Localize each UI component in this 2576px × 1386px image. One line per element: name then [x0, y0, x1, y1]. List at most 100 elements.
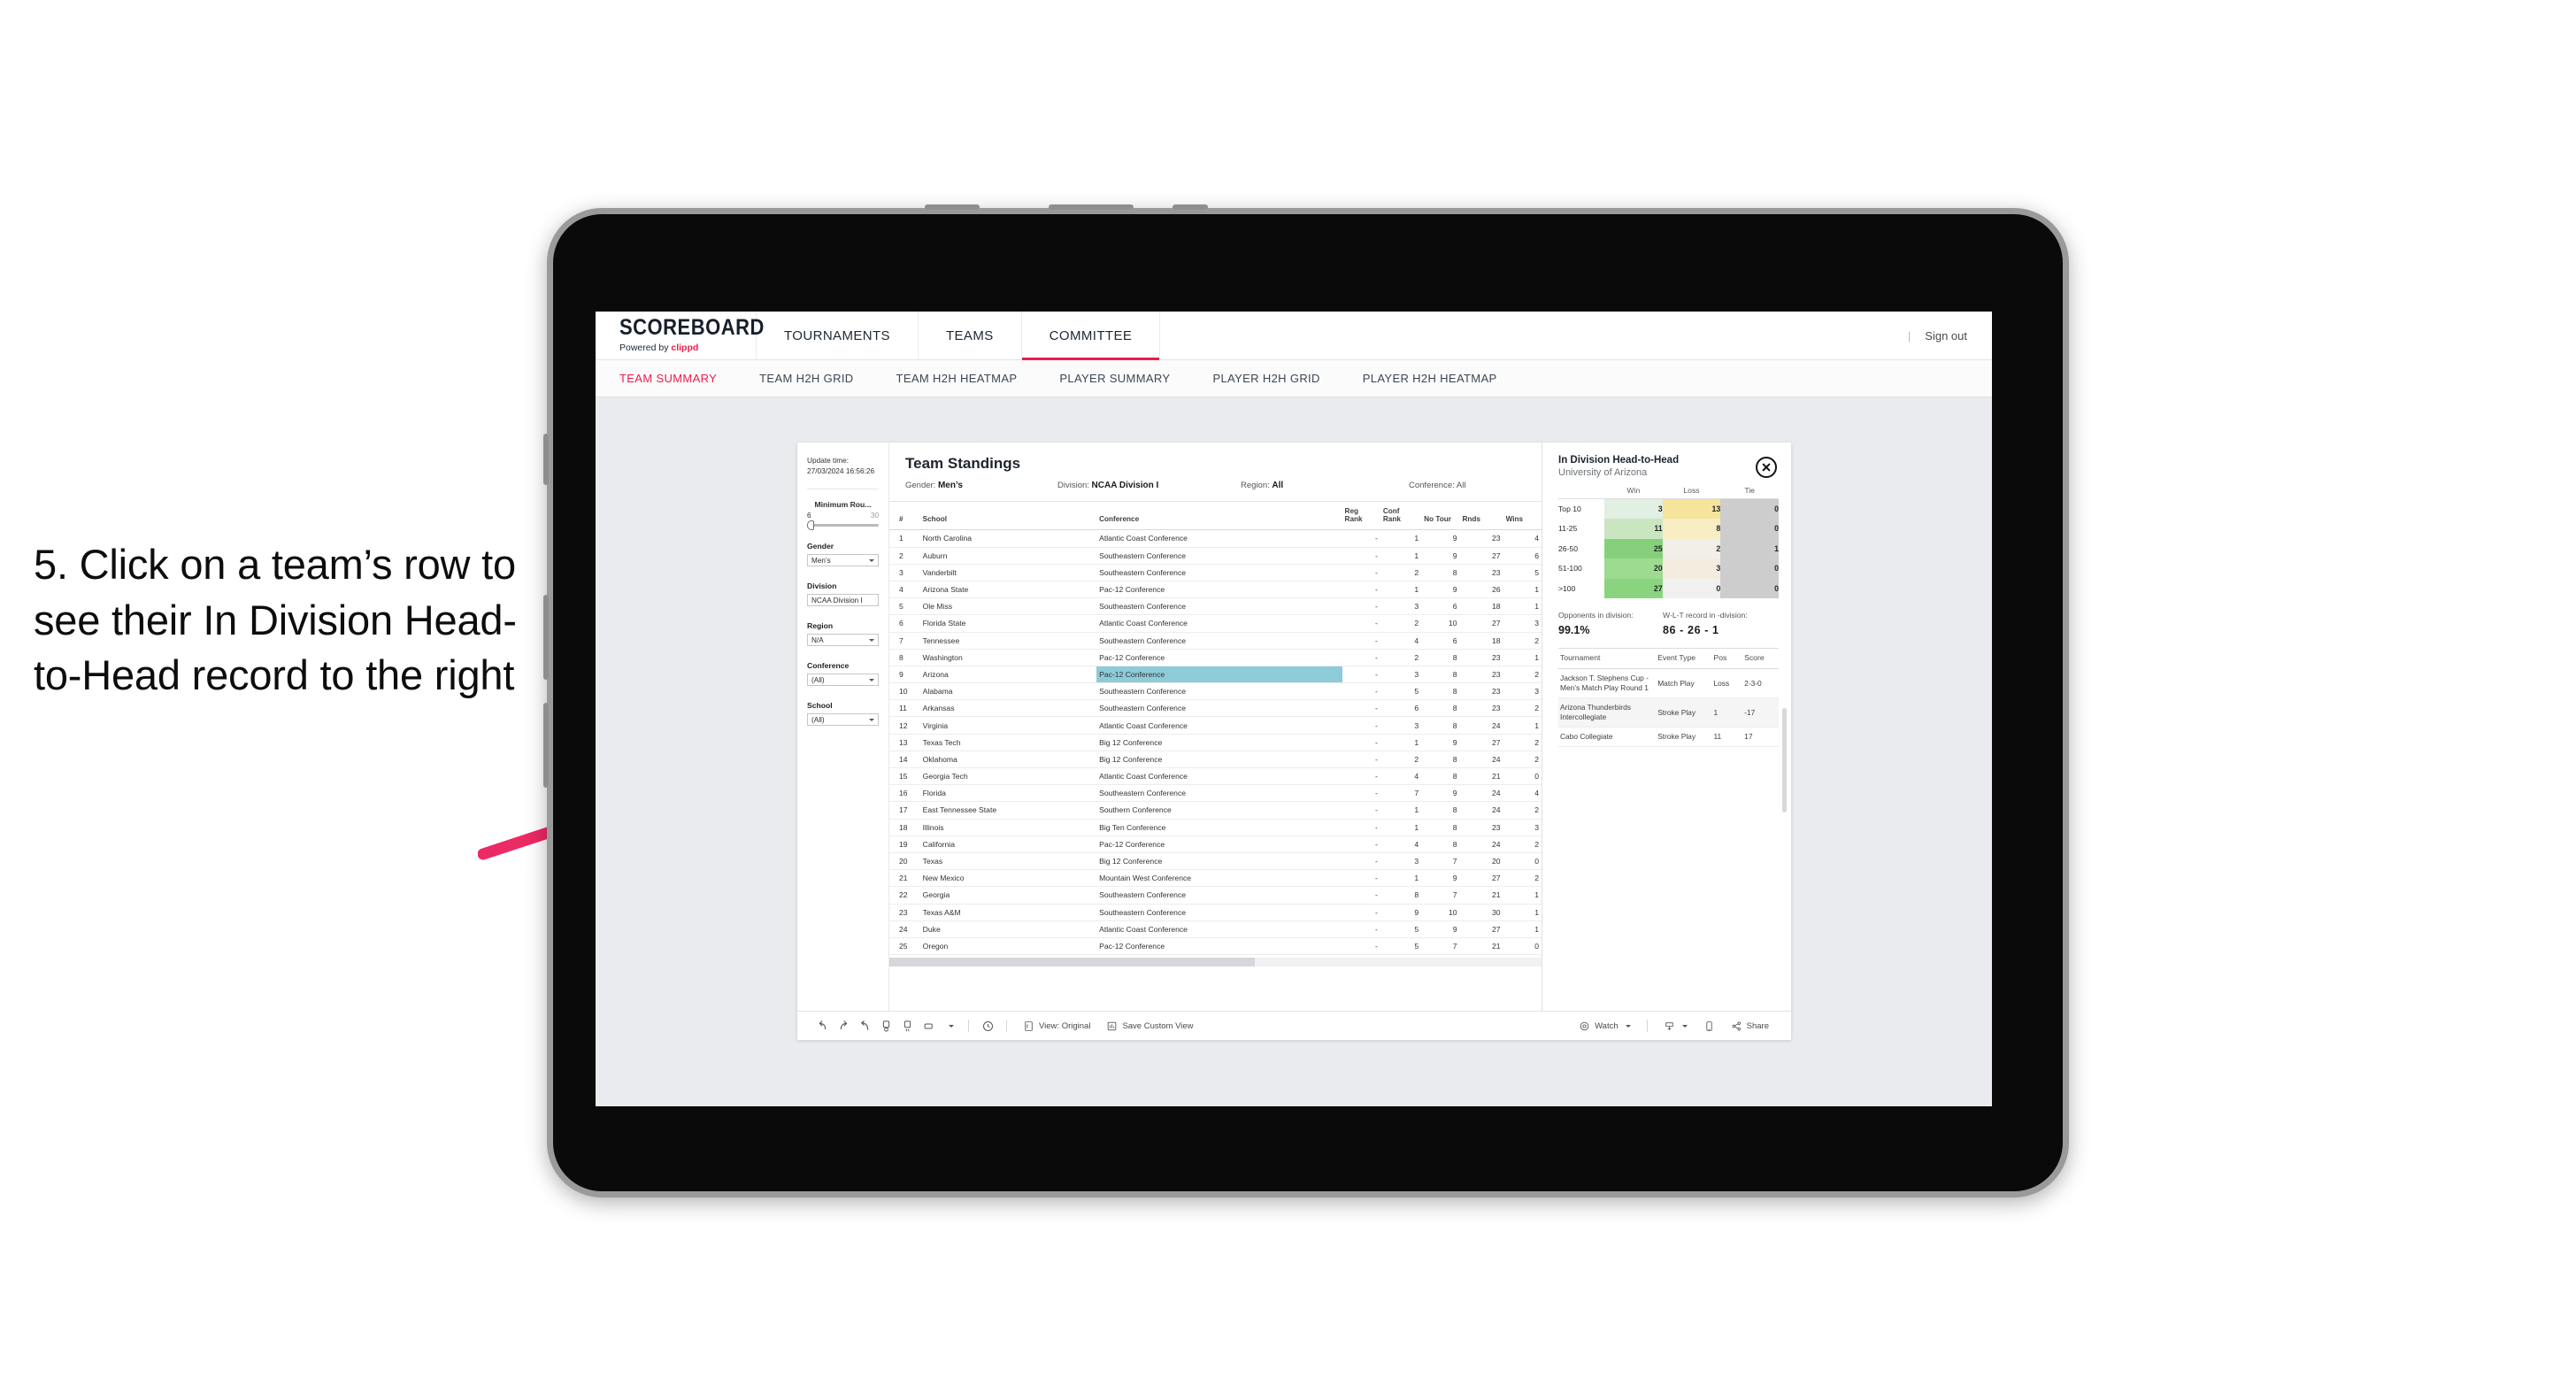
scrollbar-thumb[interactable]: [889, 958, 1255, 967]
nav-committee[interactable]: COMMITTEE: [1021, 312, 1161, 360]
standings-horizontal-scrollbar[interactable]: [889, 958, 1542, 967]
col-rnds[interactable]: Rnds: [1459, 502, 1503, 531]
watch-button[interactable]: Watch: [1571, 1020, 1639, 1032]
table-row[interactable]: 22 Georgia Southeastern Conference -8 7 21 1: [889, 886, 1542, 905]
filter-school-select[interactable]: (All): [807, 713, 879, 727]
h2h-win-cell[interactable]: 25: [1604, 538, 1663, 558]
list-item[interactable]: Arizona Thunderbirds Intercollegiate Stro…: [1558, 697, 1779, 728]
list-item[interactable]: Cabo Collegiate Stroke Play 11 17: [1558, 727, 1779, 748]
save-custom-view-button[interactable]: Save Custom View: [1098, 1020, 1201, 1032]
col-no-tour[interactable]: No Tour: [1421, 502, 1460, 531]
subnav-team-h2h-heatmap[interactable]: TEAM H2H HEATMAP: [896, 372, 1041, 385]
h2h-loss-cell[interactable]: 3: [1662, 558, 1721, 579]
table-row[interactable]: 25 Oregon Pac-12 Conference -5 7 21 0: [889, 937, 1542, 956]
h2h-tie-cell[interactable]: 0: [1720, 498, 1779, 519]
nav-tournaments[interactable]: TOURNAMENTS: [757, 312, 919, 359]
table-row[interactable]: 17 East Tennessee State Southern Conferenc…: [889, 801, 1542, 820]
col-wins[interactable]: Wins: [1503, 502, 1542, 531]
h2h-loss-cell[interactable]: 0: [1662, 578, 1721, 598]
table-row[interactable]: 11 Arkansas Southeastern Conference -6 8 23 2: [889, 699, 1542, 718]
events-table: Tournament Event Type Pos Score Jackson …: [1558, 648, 1779, 748]
h2h-loss-cell[interactable]: 8: [1662, 519, 1721, 539]
table-row[interactable]: 12 Virginia Atlantic Coast Conference -3 8 24…: [889, 716, 1542, 735]
subnav-player-summary[interactable]: PLAYER SUMMARY: [1059, 372, 1193, 385]
h2h-win-cell[interactable]: 27: [1604, 578, 1663, 598]
table-row[interactable]: 3 Vanderbilt Southeastern Conference -2 8 23 5: [889, 564, 1542, 581]
table-row[interactable]: 16 Florida Southeastern Conference -7 9 24 4: [889, 784, 1542, 803]
cell-no-tour: 9: [1421, 529, 1460, 548]
table-row[interactable]: 5 Ole Miss Southeastern Conference -3 6 18 1: [889, 597, 1542, 616]
subnav-player-h2h-grid[interactable]: PLAYER H2H GRID: [1212, 372, 1342, 385]
subnav-team-summary[interactable]: TEAM SUMMARY: [619, 372, 740, 385]
close-icon[interactable]: [1756, 457, 1777, 478]
table-row[interactable]: 7 Tennessee Southeastern Conference -4 6 18 2: [889, 632, 1542, 650]
list-item[interactable]: Jackson T. Stephens Cup - Men’s Match Pl…: [1558, 668, 1779, 699]
power-button[interactable]: [543, 434, 549, 485]
min-rounds-slider[interactable]: [807, 520, 879, 531]
nav-teams[interactable]: TEAMS: [919, 312, 1022, 359]
table-row[interactable]: 18 Illinois Big Ten Conference -1 8 23 3: [889, 819, 1542, 836]
pause-icon[interactable]: [896, 1016, 918, 1036]
table-row[interactable]: 21 New Mexico Mountain West Conference -1 9 2…: [889, 869, 1542, 888]
table-row[interactable]: 14 Oklahoma Big 12 Conference -2 8 24 2: [889, 751, 1542, 769]
view-original-button[interactable]: View: Original: [1015, 1020, 1098, 1032]
device-preview-button[interactable]: [1696, 1020, 1723, 1032]
table-row[interactable]: 8 Washington Pac-12 Conference -2 8 23 1: [889, 649, 1542, 666]
subnav-team-h2h-grid[interactable]: TEAM H2H GRID: [759, 372, 876, 385]
table-row[interactable]: 9 Arizona Pac-12 Conference -3 8 23 2: [889, 666, 1542, 684]
table-row[interactable]: 13 Texas Tech Big 12 Conference -1 9 27 2: [889, 734, 1542, 751]
filter-conference-select[interactable]: (All): [807, 674, 879, 687]
app-logo[interactable]: SCOREBOARD Powered by clippd: [596, 312, 764, 359]
h2h-loss-cell[interactable]: 13: [1662, 498, 1721, 519]
cell-school: New Mexico: [919, 869, 1097, 888]
cell-wins: 1: [1503, 581, 1542, 599]
filter-region-select[interactable]: N/A: [807, 634, 879, 647]
cell-wins: 1: [1503, 649, 1542, 666]
min-rounds-slider-handle[interactable]: [807, 520, 814, 531]
table-row[interactable]: 24 Duke Atlantic Coast Conference -5 9 27 1: [889, 920, 1542, 938]
table-row[interactable]: 15 Georgia Tech Atlantic Coast Conference -…: [889, 767, 1542, 786]
table-row[interactable]: 2 Auburn Southeastern Conference -1 9 27 6: [889, 547, 1542, 565]
col-reg-rank[interactable]: Reg Rank: [1342, 502, 1380, 531]
table-row[interactable]: 1 North Carolina Atlantic Coast Conference…: [889, 529, 1542, 548]
undo-icon[interactable]: [811, 1016, 833, 1036]
alerts-icon[interactable]: [977, 1016, 998, 1036]
shape-dropdown-caret[interactable]: [939, 1016, 960, 1036]
revert-icon[interactable]: [854, 1016, 875, 1036]
volume-down-button[interactable]: [543, 703, 549, 788]
cell-rnds: 27: [1459, 869, 1503, 888]
h2h-tie-cell[interactable]: 0: [1720, 558, 1779, 579]
h2h-vertical-scrollbar[interactable]: [1782, 708, 1787, 812]
col-conf-rank[interactable]: Conf Rank: [1380, 502, 1422, 531]
filter-minimum-rounds[interactable]: Minimum Rou... 6 30: [807, 500, 879, 531]
save-view-icon: [1108, 1021, 1117, 1030]
volume-up-button[interactable]: [543, 595, 549, 680]
filter-gender-select[interactable]: Men’s: [807, 554, 879, 567]
h2h-tie-cell[interactable]: 0: [1720, 519, 1779, 539]
table-row[interactable]: 4 Arizona State Pac-12 Conference -1 9 26 1: [889, 581, 1542, 599]
table-row[interactable]: 19 California Pac-12 Conference -4 8 24 2: [889, 835, 1542, 853]
h2h-tie-cell[interactable]: 0: [1720, 578, 1779, 598]
refresh-icon[interactable]: [875, 1016, 896, 1036]
col-rank[interactable]: #: [889, 502, 920, 531]
cell-conf-rank: 1: [1380, 547, 1422, 565]
download-button[interactable]: [1656, 1020, 1696, 1032]
sign-out-link[interactable]: Sign out: [1925, 329, 1967, 343]
h2h-win-cell[interactable]: 11: [1604, 519, 1663, 539]
h2h-tie-cell[interactable]: 1: [1720, 538, 1779, 558]
h2h-loss-cell[interactable]: 2: [1662, 538, 1721, 558]
subnav-player-h2h-heatmap[interactable]: PLAYER H2H HEATMAP: [1363, 372, 1520, 385]
standings-table-wrapper[interactable]: # School Conference Reg Rank Conf Rank N…: [889, 502, 1542, 1011]
shape-icon[interactable]: [918, 1016, 939, 1036]
filter-division-select[interactable]: NCAA Division I: [807, 594, 879, 607]
col-conference[interactable]: Conference: [1096, 502, 1342, 531]
share-button[interactable]: Share: [1723, 1020, 1777, 1032]
col-school[interactable]: School: [919, 502, 1097, 531]
table-row[interactable]: 6 Florida State Atlantic Coast Conference -…: [889, 614, 1542, 633]
redo-icon[interactable]: [833, 1016, 854, 1036]
table-row[interactable]: 23 Texas A&M Southeastern Conference -9 10 30…: [889, 904, 1542, 921]
table-row[interactable]: 20 Texas Big 12 Conference -3 7 20 0: [889, 852, 1542, 871]
table-row[interactable]: 10 Alabama Southeastern Conference -5 8 23 3: [889, 682, 1542, 701]
h2h-win-cell[interactable]: 20: [1604, 558, 1663, 579]
h2h-win-cell[interactable]: 3: [1604, 498, 1663, 519]
